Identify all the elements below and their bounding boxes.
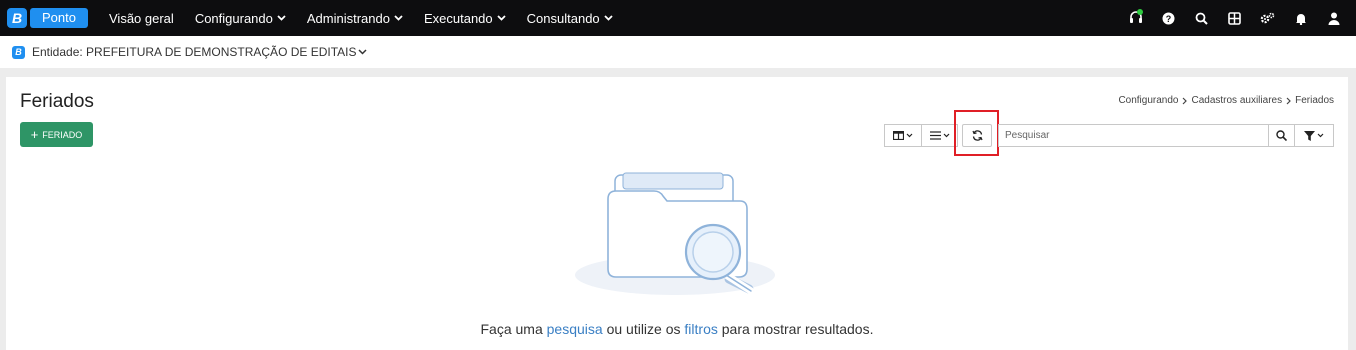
search-link[interactable]: pesquisa [547,321,603,337]
support-button[interactable] [1119,0,1152,36]
empty-state-message: Faça uma pesquisa ou utilize os filtros … [6,321,1348,337]
empty-state-text: Faça uma [480,321,543,337]
nav-item-label: Executando [423,10,493,26]
global-search-button[interactable] [1185,0,1218,36]
brand[interactable]: B Ponto [7,8,88,28]
breadcrumb-item-current: Feriados [1295,95,1334,106]
chevron-down-icon [358,49,367,55]
list-icon [929,131,941,140]
nav-item-configurando[interactable]: Configurando [195,11,286,26]
chevron-down-icon [906,133,913,138]
top-navbar: B Ponto Visão geral Configurando Adminis… [0,0,1356,36]
empty-folder-search-illustration [575,172,775,295]
help-icon: ? [1162,12,1175,24]
breadcrumb-item[interactable]: Cadastros auxiliares [1191,95,1282,106]
settings-button[interactable] [1251,0,1284,36]
bell-icon [1295,13,1306,25]
entity-bar: B Entidade: PREFEITURA DE DEMONSTRAÇÃO D… [0,36,1356,68]
chevron-right-icon [1183,97,1188,104]
nav-item-consultando[interactable]: Consultando [527,11,613,26]
empty-state-text: para mostrar resultados. [721,321,874,337]
add-button-label: FERIADO [42,129,83,140]
app-name: Ponto [30,8,88,28]
main-card: Feriados Configurando Cadastros auxiliar… [6,77,1348,350]
main-nav: Visão geral Configurando Administrando E… [109,11,634,26]
notifications-button[interactable] [1284,0,1317,36]
entity-logo: B [12,45,25,59]
chevron-down-icon [943,133,949,138]
chevron-right-icon [1286,97,1291,104]
nav-item-label: Visão geral [109,10,174,26]
add-feriado-button[interactable]: + FERIADO [20,122,93,147]
list-options-button[interactable] [921,124,958,147]
nav-item-administrando[interactable]: Administrando [307,11,403,26]
chevron-down-icon [497,15,506,21]
nav-item-label: Consultando [526,10,600,26]
entity-label: Entidade: PREFEITURA DE DEMONSTRAÇÃO DE … [32,45,357,59]
entity-selector[interactable]: Entidade: PREFEITURA DE DEMONSTRAÇÃO DE … [32,45,367,59]
page-title: Feriados [20,91,94,112]
top-icons: ? [1119,0,1350,36]
chevron-down-icon [1317,133,1324,138]
filter-button[interactable] [1294,124,1334,147]
nav-item-executando[interactable]: Executando [424,11,506,26]
brand-logo: B [7,8,27,28]
breadcrumb: Configurando Cadastros auxiliares Feriad… [1118,95,1334,106]
filters-link[interactable]: filtros [684,321,717,337]
svg-text:?: ? [1166,14,1172,24]
nav-item-label: Configurando [194,10,273,26]
columns-button[interactable] [884,124,922,147]
apps-grid-icon [1228,11,1241,25]
nav-item-visao-geral[interactable]: Visão geral [109,11,174,26]
nav-item-label: Administrando [306,10,390,26]
chevron-down-icon [604,15,613,21]
plus-icon: + [30,127,39,142]
settings-icon [1260,12,1275,23]
search-input[interactable] [998,124,1268,147]
columns-icon [893,131,904,140]
breadcrumb-item[interactable]: Configurando [1118,95,1178,106]
chevron-down-icon [277,15,286,21]
chevron-down-icon [394,15,403,21]
apps-button[interactable] [1218,0,1251,36]
help-button[interactable]: ? [1152,0,1185,36]
search-icon [1276,130,1287,141]
filter-icon [1304,130,1315,141]
search-submit-button[interactable] [1268,124,1295,147]
user-icon [1328,12,1339,25]
online-status-dot [1137,9,1143,15]
search-icon [1195,12,1208,25]
user-menu-button[interactable] [1317,0,1350,36]
empty-state-text: ou utilize os [606,321,681,337]
refresh-highlight-box [954,110,999,156]
